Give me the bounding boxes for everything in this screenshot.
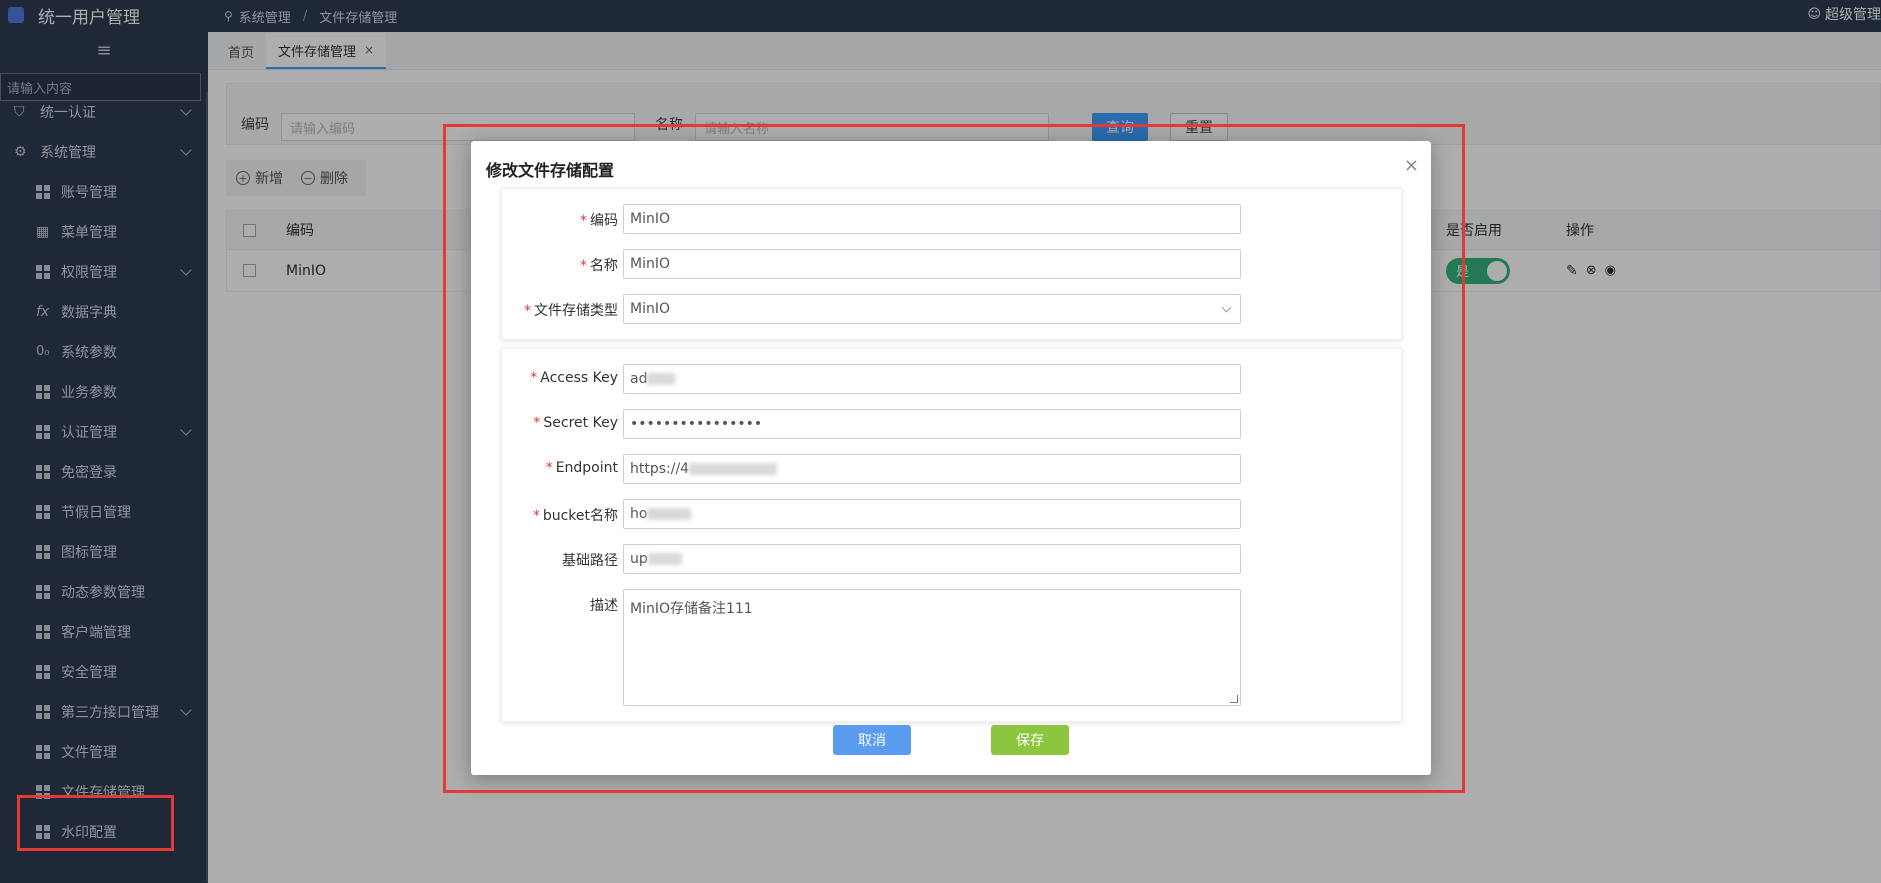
annotation-highlight-menu-item bbox=[17, 795, 174, 851]
annotation-highlight-dialog bbox=[443, 124, 1465, 793]
